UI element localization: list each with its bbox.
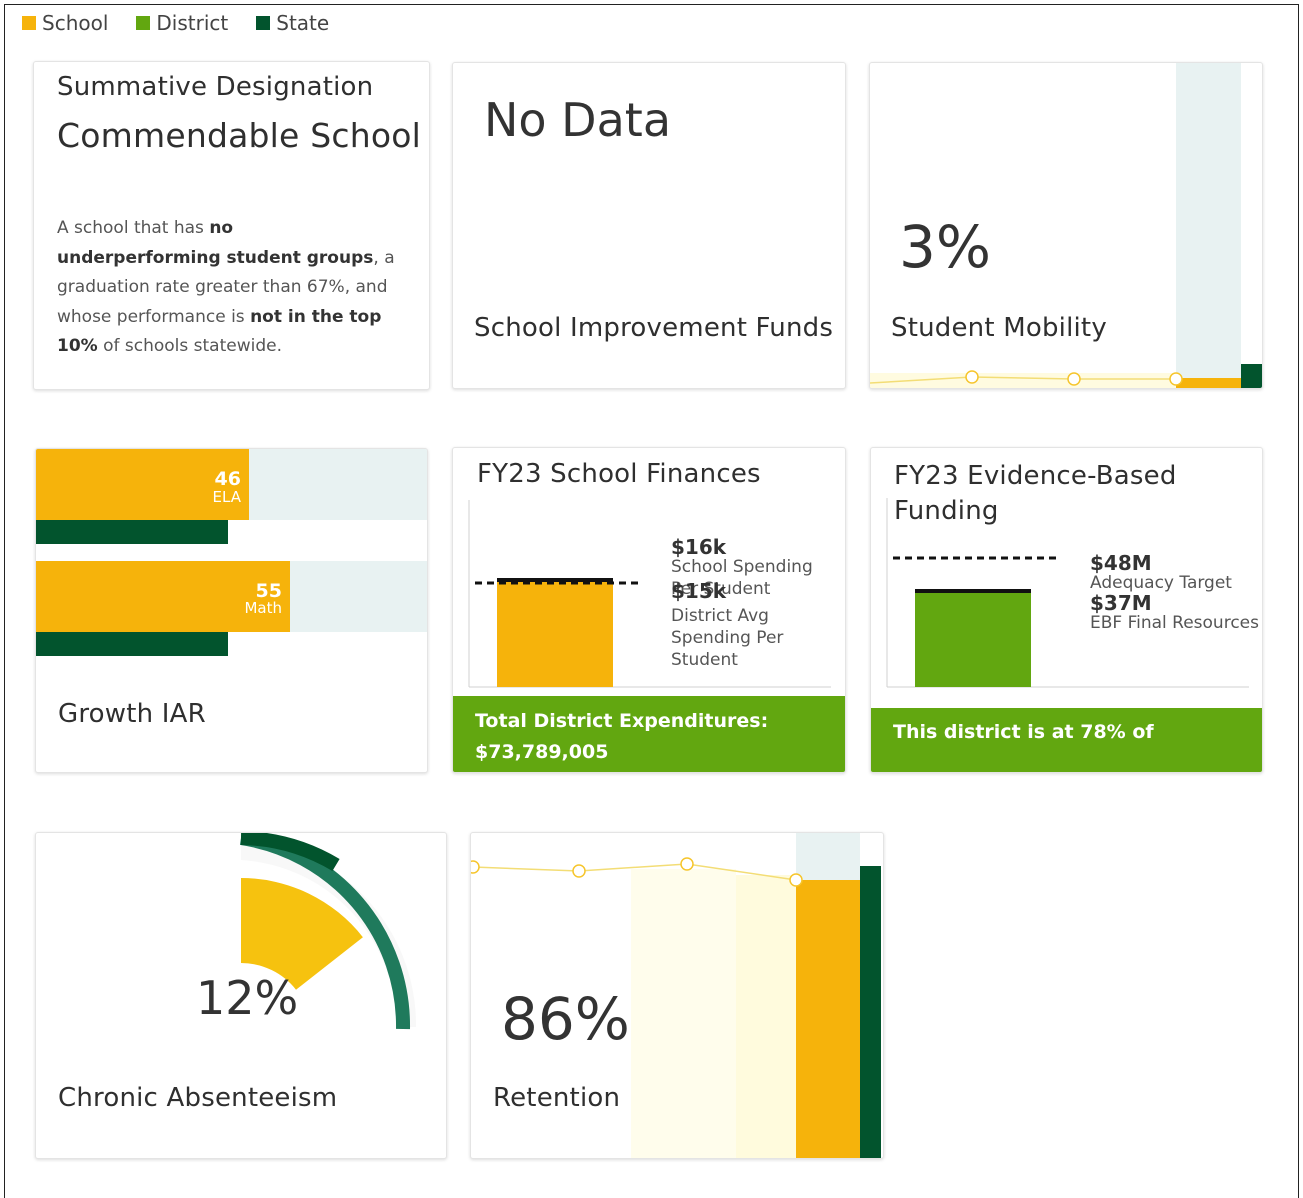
retention-point xyxy=(789,873,803,887)
retention-school-bar xyxy=(796,880,860,1158)
summative-heading: Summative Designation xyxy=(57,72,374,102)
absenteeism-title: Chronic Absenteeism xyxy=(58,1083,338,1113)
mobility-point xyxy=(1067,372,1081,386)
chronic-absenteeism-card[interactable]: 12% Chronic Absenteeism xyxy=(35,832,447,1159)
absenteeism-value: 12% xyxy=(196,971,299,1025)
state-swatch-icon xyxy=(256,16,271,30)
improvement-title: School Improvement Funds xyxy=(474,313,834,343)
district-spending-label: District Avg Spending Per Student xyxy=(671,606,784,670)
growth-iar-card[interactable]: 46 ELA 55 Math Growth IAR xyxy=(35,448,428,773)
math-score: 55 xyxy=(255,580,282,602)
retention-value: 86% xyxy=(501,985,630,1053)
school-spending-bar-cap xyxy=(497,578,613,582)
mobility-school-bar xyxy=(1176,378,1241,388)
designation-description: A school that has no underperforming stu… xyxy=(57,214,402,362)
school-spending-bar xyxy=(497,579,613,687)
retention-card[interactable]: 86% Retention xyxy=(470,832,884,1159)
ela-score: 46 xyxy=(214,468,241,490)
description-text: of schools statewide. xyxy=(97,336,283,356)
retention-state-bar xyxy=(860,866,881,1158)
ebf-final-label: EBF Final Resources xyxy=(1090,613,1259,633)
mobility-point xyxy=(965,370,979,384)
legend: School District State xyxy=(22,10,329,36)
description-text: A school that has xyxy=(57,218,210,238)
school-swatch-icon xyxy=(22,16,36,30)
ela-state-bar xyxy=(36,520,228,544)
student-mobility-card[interactable]: 3% Student Mobility xyxy=(869,62,1263,389)
designation-value: Commendable School xyxy=(57,116,421,155)
ela-label: ELA xyxy=(212,488,241,506)
district-swatch-icon xyxy=(136,16,151,30)
expenditures-label: Total District Expenditures: xyxy=(475,710,769,732)
improvement-value: No Data xyxy=(484,93,672,147)
adequacy-banner: This district is at 78% of adequacy xyxy=(871,708,1262,772)
legend-item-district: District xyxy=(136,11,228,35)
ebf-final-resources-bar xyxy=(915,591,1031,687)
school-improvement-funds-card[interactable]: No Data School Improvement Funds xyxy=(452,62,846,389)
legend-label: District xyxy=(156,11,229,35)
retention-fade-2 xyxy=(736,875,796,1158)
mobility-band xyxy=(1176,63,1241,388)
growth-title: Growth IAR xyxy=(58,699,206,729)
expenditures-value: $73,789,005 xyxy=(475,741,609,763)
retention-point xyxy=(680,857,694,871)
retention-title: Retention xyxy=(493,1083,621,1113)
mobility-state-bar xyxy=(1241,364,1262,388)
legend-item-school: School xyxy=(22,11,108,35)
math-state-bar xyxy=(36,632,228,656)
mobility-value: 3% xyxy=(899,213,992,281)
math-label: Math xyxy=(244,599,282,617)
legend-label: School xyxy=(42,11,109,35)
retention-point xyxy=(572,864,586,878)
retention-point xyxy=(471,860,480,874)
ebf-final-resources-cap xyxy=(915,589,1031,593)
school-finances-card[interactable]: FY23 School Finances $16k School Spendin… xyxy=(452,447,846,773)
legend-label: State xyxy=(276,11,330,35)
mobility-title: Student Mobility xyxy=(891,313,1107,343)
evidence-based-funding-card[interactable]: FY23 Evidence-Based Funding $48M Adequac… xyxy=(870,447,1263,773)
district-spending-value: $15k xyxy=(671,579,727,603)
total-expenditures-banner: Total District Expenditures: $73,789,005 xyxy=(453,696,845,772)
mobility-point xyxy=(1169,372,1183,386)
retention-fade-1 xyxy=(631,869,736,1158)
summative-designation-card[interactable]: Summative Designation Commendable School… xyxy=(33,61,430,390)
legend-item-state: State xyxy=(256,11,329,35)
